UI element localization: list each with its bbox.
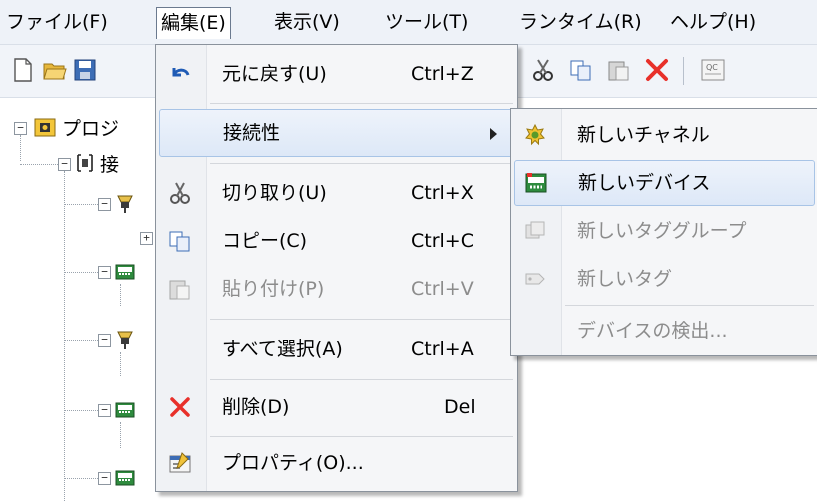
menu-runtime[interactable]: ランタイム(R) (515, 7, 646, 37)
open-icon[interactable] (42, 57, 68, 83)
tree-collapse-toggle[interactable]: − (14, 122, 27, 135)
menu-item-label: コピー(C) (222, 230, 308, 252)
tree-collapse-toggle[interactable]: − (98, 266, 111, 279)
channel-icon (114, 192, 136, 214)
tree-connectivity-label[interactable]: 接 (100, 150, 119, 177)
menu-item-label: すべて選択(A) (222, 338, 343, 360)
menu-item-properties[interactable]: プロパティ(O)... (156, 439, 517, 487)
new-tag-icon (523, 267, 547, 291)
device-icon (114, 466, 136, 488)
copy-icon (168, 229, 192, 253)
menu-item-shortcut: Ctrl+Z (411, 63, 474, 85)
menu-item-connectivity[interactable]: 接続性 (159, 109, 514, 157)
menu-view[interactable]: 表示(V) (270, 7, 344, 37)
menu-item-label: 新しいデバイス (578, 172, 711, 194)
menu-item-label: 削除(D) (222, 396, 290, 418)
new-channel-icon (523, 123, 547, 147)
menu-item-label: プロパティ(O)... (222, 452, 364, 474)
tree-collapse-toggle[interactable]: − (58, 158, 71, 171)
menu-item-cut[interactable]: 切り取り(U) Ctrl+X (156, 169, 517, 217)
properties-icon (168, 451, 192, 475)
menu-item-label: デバイスの検出... (577, 320, 728, 342)
menu-item-label: 新しいタググループ (577, 220, 747, 242)
edit-menu: 元に戻す(U) Ctrl+Z 接続性 切り取り(U) Ctrl+X コピー(C)… (155, 44, 518, 492)
menu-item-new-device[interactable]: 新しいデバイス (514, 160, 815, 206)
delete-icon (168, 395, 192, 419)
menu-item-label: 接続性 (223, 122, 281, 144)
menu-item-delete[interactable]: 削除(D) Del (156, 383, 517, 431)
undo-icon (168, 62, 192, 86)
menu-file[interactable]: ファイル(F) (2, 7, 112, 37)
new-tag-group-icon (523, 219, 547, 243)
menu-item-new-tag-group[interactable]: 新しいタググループ (511, 207, 817, 255)
tree-collapse-toggle[interactable]: − (98, 334, 111, 347)
menu-item-label: 切り取り(U) (222, 182, 327, 204)
menu-item-shortcut: Ctrl+X (411, 182, 474, 204)
menu-item-shortcut: Ctrl+C (411, 230, 474, 252)
menu-help[interactable]: ヘルプ(H) (666, 7, 760, 37)
tree-expand-toggle[interactable]: + (140, 232, 153, 245)
channel-icon (114, 328, 136, 350)
new-device-icon (524, 171, 548, 195)
menu-item-label: 新しいタグ (577, 268, 673, 290)
tree-collapse-toggle[interactable]: − (98, 472, 111, 485)
menu-item-shortcut: Ctrl+V (411, 278, 474, 300)
paste-icon[interactable] (606, 57, 632, 83)
menu-item-label: 元に戻す(U) (222, 63, 327, 85)
connectivity-icon (74, 152, 96, 174)
quick-client-icon[interactable]: QC (700, 57, 726, 83)
menu-item-new-tag[interactable]: 新しいタグ (511, 255, 817, 303)
menu-item-label: 新しいチャネル (577, 124, 710, 146)
connectivity-submenu: 新しいチャネル 新しいデバイス 新しいタググループ 新しいタグ デバイスの検出.… (510, 108, 817, 356)
menu-edit[interactable]: 編集(E) (156, 7, 231, 39)
device-icon (114, 398, 136, 420)
menu-item-shortcut: Del (444, 396, 476, 418)
submenu-arrow-icon (490, 128, 497, 140)
cut-icon (168, 181, 192, 205)
toolbar-separator (683, 57, 684, 85)
copy-icon[interactable] (568, 57, 594, 83)
menu-item-new-channel[interactable]: 新しいチャネル (511, 111, 817, 159)
tree-collapse-toggle[interactable]: − (98, 198, 111, 211)
cut-icon[interactable] (530, 57, 556, 83)
delete-icon[interactable] (644, 57, 670, 83)
menu-item-label: 貼り付け(P) (222, 278, 325, 300)
menu-item-paste[interactable]: 貼り付け(P) Ctrl+V (156, 265, 517, 313)
menu-item-copy[interactable]: コピー(C) Ctrl+C (156, 217, 517, 265)
save-icon[interactable] (72, 57, 98, 83)
project-icon (34, 116, 56, 138)
menu-tools[interactable]: ツール(T) (381, 7, 472, 37)
device-icon (114, 260, 136, 282)
menu-item-shortcut: Ctrl+A (411, 338, 474, 360)
paste-icon (168, 277, 192, 301)
svg-text:QC: QC (706, 63, 718, 72)
menu-item-discover-devices[interactable]: デバイスの検出... (511, 307, 817, 355)
menubar: ファイル(F) 編集(E) 表示(V) ツール(T) ランタイム(R) ヘルプ(… (0, 0, 817, 45)
menu-item-select-all[interactable]: すべて選択(A) Ctrl+A (156, 325, 517, 373)
new-icon[interactable] (10, 57, 36, 83)
menu-item-undo[interactable]: 元に戻す(U) Ctrl+Z (156, 50, 517, 98)
tree-collapse-toggle[interactable]: − (98, 404, 111, 417)
tree-root-label[interactable]: プロジ (62, 114, 119, 141)
